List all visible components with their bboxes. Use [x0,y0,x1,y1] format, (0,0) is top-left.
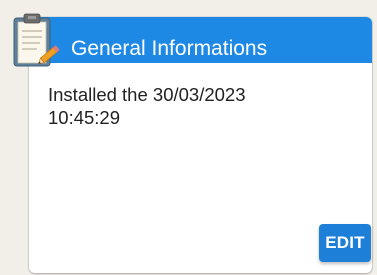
install-date-line: Installed the 30/03/2023 [48,84,246,105]
clipboard-pencil-icon [10,10,70,70]
install-time-line: 10:45:29 [48,107,121,128]
card-title: General Informations [71,37,268,60]
install-info-text: Installed the 30/03/2023 10:45:29 [48,83,348,129]
edit-button[interactable]: EDIT [319,224,371,262]
